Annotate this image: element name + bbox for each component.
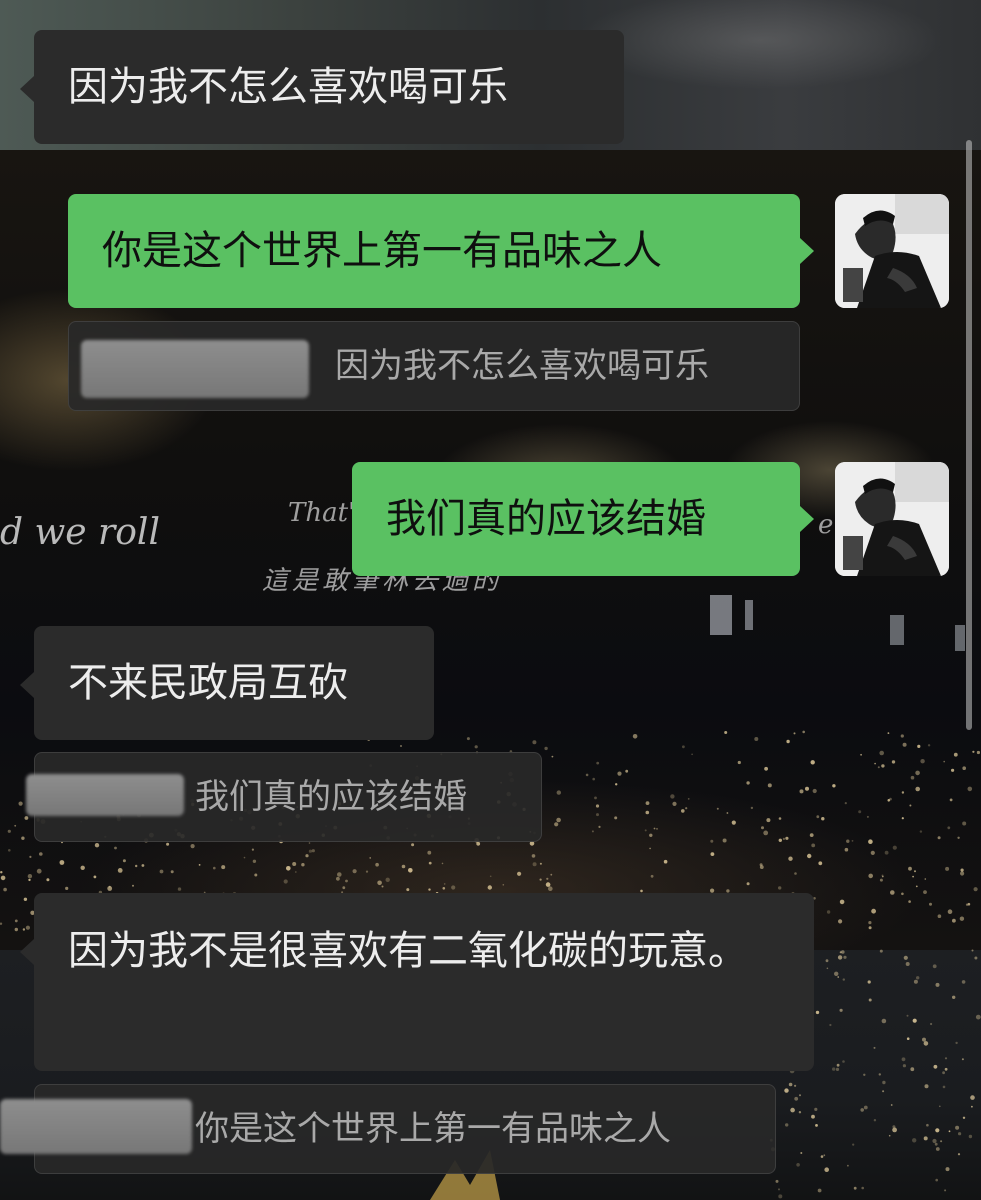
user-avatar[interactable] bbox=[835, 462, 949, 576]
blurred-name-redaction bbox=[81, 340, 309, 398]
quoted-message-text: 你是这个世界上第一有品味之人 bbox=[195, 1109, 671, 1149]
message-bubble-outgoing[interactable]: 你是这个世界上第一有品味之人 bbox=[68, 194, 814, 308]
message-text: 因为我不是很喜欢有二氧化碳的玩意。 bbox=[68, 928, 748, 974]
message-text: 我们真的应该结婚 bbox=[386, 496, 706, 542]
message-bubble-incoming[interactable]: 因为我不怎么喜欢喝可乐 bbox=[20, 30, 624, 144]
quoted-message-text: 我们真的应该结婚 bbox=[195, 777, 467, 817]
background-lyric-line-left: d we roll bbox=[0, 512, 160, 553]
message-bubble-outgoing[interactable]: 我们真的应该结婚 bbox=[352, 462, 814, 576]
message-bubble-incoming[interactable]: 因为我不是很喜欢有二氧化碳的玩意。 bbox=[20, 893, 814, 1071]
message-text: 因为我不怎么喜欢喝可乐 bbox=[68, 64, 508, 110]
message-text: 不来民政局互砍 bbox=[68, 660, 348, 706]
message-bubble-incoming[interactable]: 不来民政局互砍 bbox=[20, 626, 434, 740]
blurred-name-redaction bbox=[26, 774, 184, 816]
message-text: 你是这个世界上第一有品味之人 bbox=[102, 228, 662, 274]
blurred-name-redaction bbox=[0, 1099, 192, 1154]
user-avatar-photo-icon bbox=[835, 194, 949, 308]
chat-scrollbar[interactable] bbox=[966, 140, 972, 730]
background-lyric-line-middle: That' bbox=[288, 498, 356, 528]
quoted-message-text: 因为我不怎么喜欢喝可乐 bbox=[335, 346, 709, 386]
quoted-message[interactable]: 因为我不怎么喜欢喝可乐 bbox=[68, 321, 800, 411]
user-avatar-photo-icon bbox=[835, 462, 949, 576]
user-avatar[interactable] bbox=[835, 194, 949, 308]
